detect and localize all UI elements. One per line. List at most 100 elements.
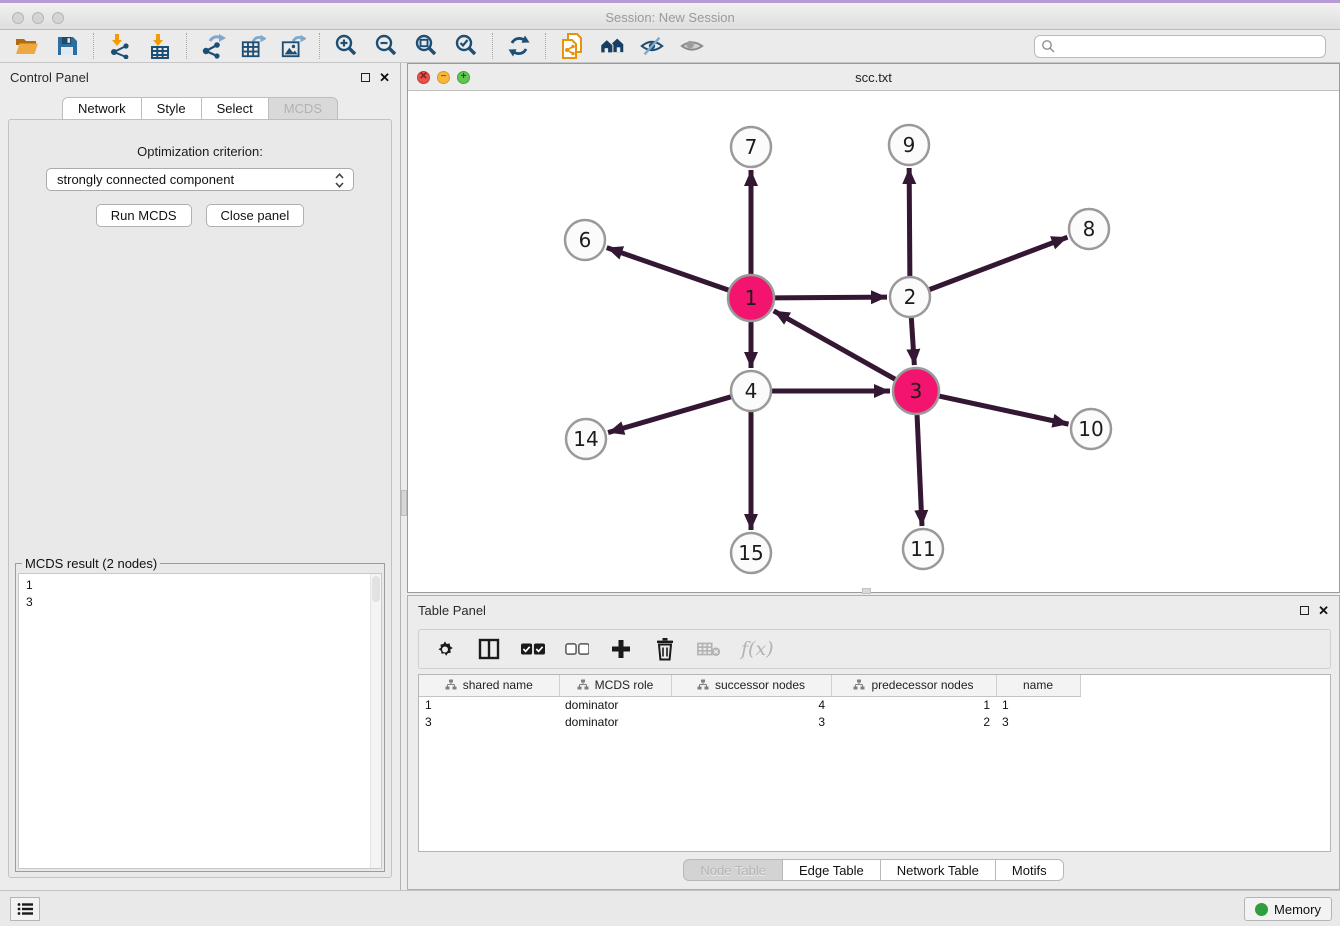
table-cell[interactable]: 1	[831, 696, 996, 713]
table-panel-title: Table Panel	[418, 603, 486, 618]
table-cell[interactable]: 4	[671, 696, 831, 713]
export-table-icon[interactable]	[240, 33, 266, 59]
table-tabs: Node TableEdge TableNetwork TableMotifs	[408, 859, 1339, 881]
task-history-button[interactable]	[10, 897, 40, 921]
column-header-name[interactable]: name	[996, 675, 1080, 696]
edge-1-6[interactable]	[607, 248, 730, 291]
column-header-shared-name[interactable]: shared name	[419, 675, 559, 696]
flatten-hierarchy-icon	[853, 679, 865, 691]
select-all-columns-icon[interactable]	[521, 637, 545, 661]
tab-mcds[interactable]: MCDS	[269, 97, 338, 120]
tab-motifs[interactable]: Motifs	[996, 859, 1064, 881]
column-header-MCDS-role[interactable]: MCDS role	[559, 675, 671, 696]
import-table-icon[interactable]	[147, 33, 173, 59]
show-eye-icon	[679, 33, 705, 59]
close-panel-button[interactable]: Close panel	[206, 204, 305, 227]
column-header-successor-nodes[interactable]: successor nodes	[671, 675, 831, 696]
delete-column-icon[interactable]	[653, 637, 677, 661]
tab-network[interactable]: Network	[62, 97, 142, 120]
zoom-out-icon[interactable]	[373, 33, 399, 59]
tab-style[interactable]: Style	[142, 97, 202, 120]
criterion-value: strongly connected component	[57, 172, 234, 187]
select-stepper-icon	[334, 172, 345, 192]
close-panel-icon[interactable]: ✕	[379, 71, 390, 84]
zoom-in-icon[interactable]	[333, 33, 359, 59]
control-panel-title: Control Panel	[10, 70, 89, 85]
table-cell[interactable]: 1	[419, 696, 559, 713]
memory-status-icon	[1255, 903, 1268, 916]
memory-button[interactable]: Memory	[1244, 897, 1332, 921]
edge-3-1[interactable]	[774, 311, 896, 380]
network-graph[interactable]: 7968124314101511	[408, 91, 1339, 592]
edge-2-3[interactable]	[911, 317, 914, 365]
mcds-result-area[interactable]: 1 3	[18, 573, 382, 869]
split-columns-icon[interactable]	[477, 637, 501, 661]
edge-2-8[interactable]	[929, 237, 1068, 290]
run-mcds-button[interactable]: Run MCDS	[96, 204, 192, 227]
float-panel-icon[interactable]	[361, 73, 370, 82]
zoom-selected-icon[interactable]	[453, 33, 479, 59]
flatten-hierarchy-icon	[577, 679, 589, 691]
result-scrollbar-thumb[interactable]	[372, 576, 380, 602]
memory-label: Memory	[1274, 902, 1321, 917]
search-input[interactable]	[1034, 35, 1326, 58]
main-toolbar	[0, 30, 1340, 63]
node-label-10: 10	[1078, 417, 1103, 441]
export-network-icon[interactable]	[200, 33, 226, 59]
network-window-title: scc.txt	[408, 70, 1339, 85]
float-table-panel-icon[interactable]	[1300, 606, 1309, 615]
node-label-2: 2	[904, 285, 917, 309]
table-cell[interactable]: 1	[996, 696, 1080, 713]
table-splitter-handle[interactable]	[862, 588, 871, 594]
node-label-7: 7	[745, 135, 758, 159]
tab-edge-table[interactable]: Edge Table	[783, 859, 881, 881]
edge-3-11[interactable]	[917, 414, 922, 526]
home-icon[interactable]	[599, 33, 625, 59]
table-cell[interactable]: dominator	[559, 696, 671, 713]
close-table-panel-icon[interactable]: ✕	[1318, 604, 1329, 617]
tab-node-table[interactable]: Node Table	[683, 859, 783, 881]
node-label-11: 11	[910, 537, 935, 561]
tab-select[interactable]: Select	[202, 97, 269, 120]
network-window-titlebar[interactable]: ✕ − + scc.txt	[408, 64, 1339, 91]
add-column-icon[interactable]	[609, 637, 633, 661]
tab-network-table[interactable]: Network Table	[881, 859, 996, 881]
node-label-8: 8	[1083, 217, 1096, 241]
criterion-select[interactable]: strongly connected component	[46, 168, 354, 191]
function-builder-icon: f(x)	[741, 637, 774, 661]
table-cell[interactable]: 3	[671, 713, 831, 730]
table-cell[interactable]: dominator	[559, 713, 671, 730]
node-table[interactable]: shared nameMCDS rolesuccessor nodesprede…	[418, 674, 1331, 852]
table-cell[interactable]: 2	[831, 713, 996, 730]
gear-icon[interactable]	[433, 637, 457, 661]
table-row[interactable]: 1dominator411	[419, 696, 1080, 713]
import-network-icon[interactable]	[107, 33, 133, 59]
edge-1-2[interactable]	[774, 297, 887, 298]
table-cell[interactable]: 3	[419, 713, 559, 730]
node-label-6: 6	[579, 228, 592, 252]
result-scrollbar[interactable]	[370, 574, 381, 868]
open-folder-icon[interactable]	[14, 33, 40, 59]
window-title: Session: New Session	[0, 10, 1340, 25]
export-image-icon[interactable]	[280, 33, 306, 59]
zoom-fit-icon[interactable]	[413, 33, 439, 59]
network-window: ✕ − + scc.txt 7968124314101511	[407, 63, 1340, 593]
edge-2-9[interactable]	[909, 168, 910, 277]
refresh-icon[interactable]	[506, 33, 532, 59]
column-header-predecessor-nodes[interactable]: predecessor nodes	[831, 675, 996, 696]
network-canvas[interactable]: 7968124314101511	[408, 91, 1339, 592]
search-container	[1034, 35, 1326, 58]
window-titlebar: Session: New Session	[0, 0, 1340, 30]
mcds-result-title: MCDS result (2 nodes)	[22, 556, 160, 571]
hide-panel-icon[interactable]	[639, 33, 665, 59]
save-icon[interactable]	[54, 33, 80, 59]
table-cell[interactable]: 3	[996, 713, 1080, 730]
flatten-hierarchy-icon	[445, 679, 457, 691]
edge-3-10[interactable]	[938, 396, 1068, 424]
node-label-4: 4	[745, 379, 758, 403]
table-row[interactable]: 3dominator323	[419, 713, 1080, 730]
unselect-all-columns-icon[interactable]	[565, 637, 589, 661]
edge-4-14[interactable]	[608, 397, 732, 433]
node-label-14: 14	[573, 427, 598, 451]
clone-network-icon[interactable]	[559, 33, 585, 59]
